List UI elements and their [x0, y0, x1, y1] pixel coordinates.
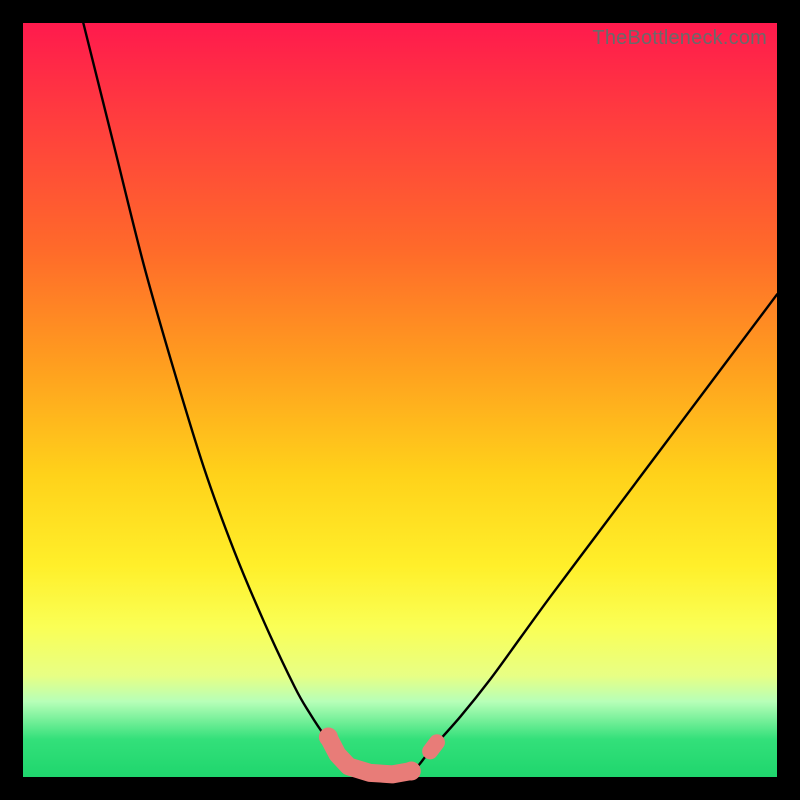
- plot-area: TheBottleneck.com: [23, 23, 777, 777]
- worm-end-left: [319, 728, 338, 747]
- chart-frame: TheBottleneck.com: [0, 0, 800, 800]
- valley-worm-right: [430, 742, 437, 751]
- worm-end-right: [402, 761, 421, 780]
- curve-path: [83, 23, 777, 775]
- bottleneck-curve: [23, 23, 777, 777]
- valley-markers: [319, 728, 437, 781]
- valley-worm-main: [328, 737, 411, 774]
